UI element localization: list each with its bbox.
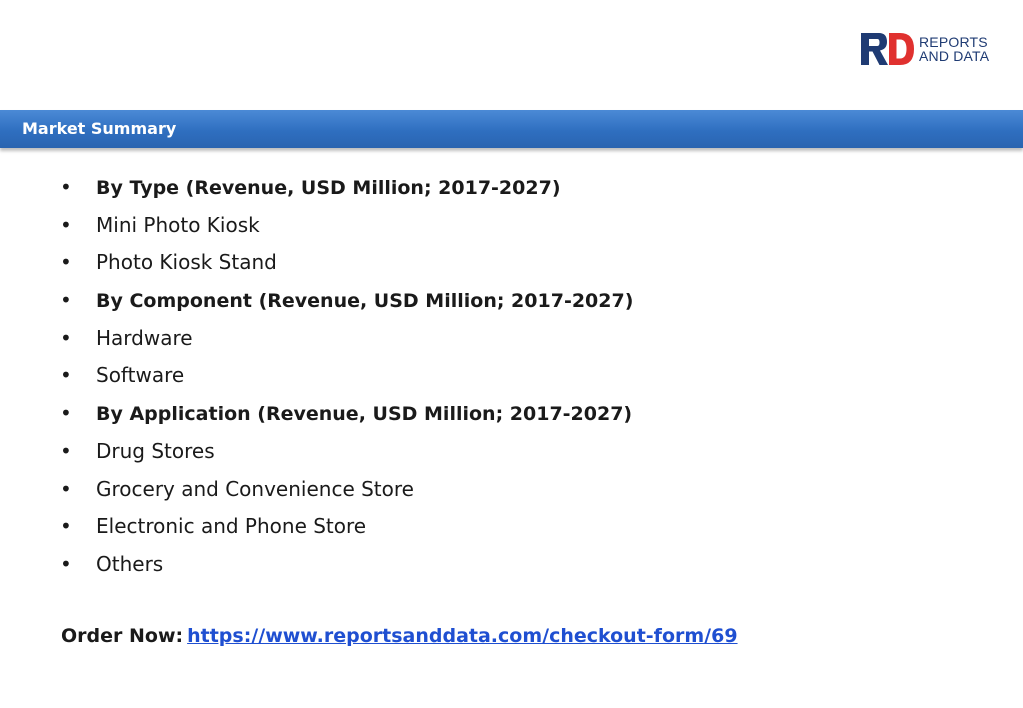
order-now-line: Order Now: https://www.reportsanddata.com… [61, 625, 738, 647]
rd-logo-icon [861, 33, 914, 65]
section-header-bar: Market Summary [0, 110, 1023, 148]
list-item: • Drug Stores [60, 436, 633, 474]
list-item: • Grocery and Convenience Store [60, 474, 633, 512]
list-item: • Mini Photo Kiosk [60, 210, 633, 248]
list-item: • Others [60, 549, 633, 587]
bullet-icon: • [60, 476, 72, 501]
list-item: • By Type (Revenue, USD Million; 2017-202… [60, 172, 633, 210]
bullet-icon: • [60, 288, 72, 313]
list-item: • Electronic and Phone Store [60, 511, 633, 549]
list-item: • Hardware [60, 323, 633, 361]
list-item: • By Application (Revenue, USD Million; 2… [60, 398, 633, 436]
bullet-icon: • [60, 212, 72, 237]
section-title: Market Summary [22, 119, 177, 138]
list-item: • Photo Kiosk Stand [60, 247, 633, 285]
bullet-icon: • [60, 325, 72, 350]
order-now-label: Order Now: [61, 625, 184, 647]
list-item: • Software [60, 360, 633, 398]
bullet-icon: • [60, 551, 72, 576]
list-item: • By Component (Revenue, USD Million; 201… [60, 285, 633, 323]
bullet-icon: • [60, 175, 72, 199]
bullet-icon: • [60, 438, 72, 463]
logo-wordmark: REPORTS AND DATA [919, 35, 989, 63]
bullet-icon: • [60, 363, 72, 388]
market-summary-list: • By Type (Revenue, USD Million; 2017-202… [60, 172, 633, 587]
company-logo: REPORTS AND DATA [861, 32, 989, 66]
checkout-link[interactable]: https://www.reportsanddata.com/checkout-… [187, 625, 737, 647]
bullet-icon: • [60, 514, 72, 539]
logo-line-1: REPORTS [919, 34, 988, 50]
bullet-icon: • [60, 250, 72, 275]
bullet-icon: • [60, 401, 72, 426]
logo-line-2: AND DATA [919, 48, 990, 64]
